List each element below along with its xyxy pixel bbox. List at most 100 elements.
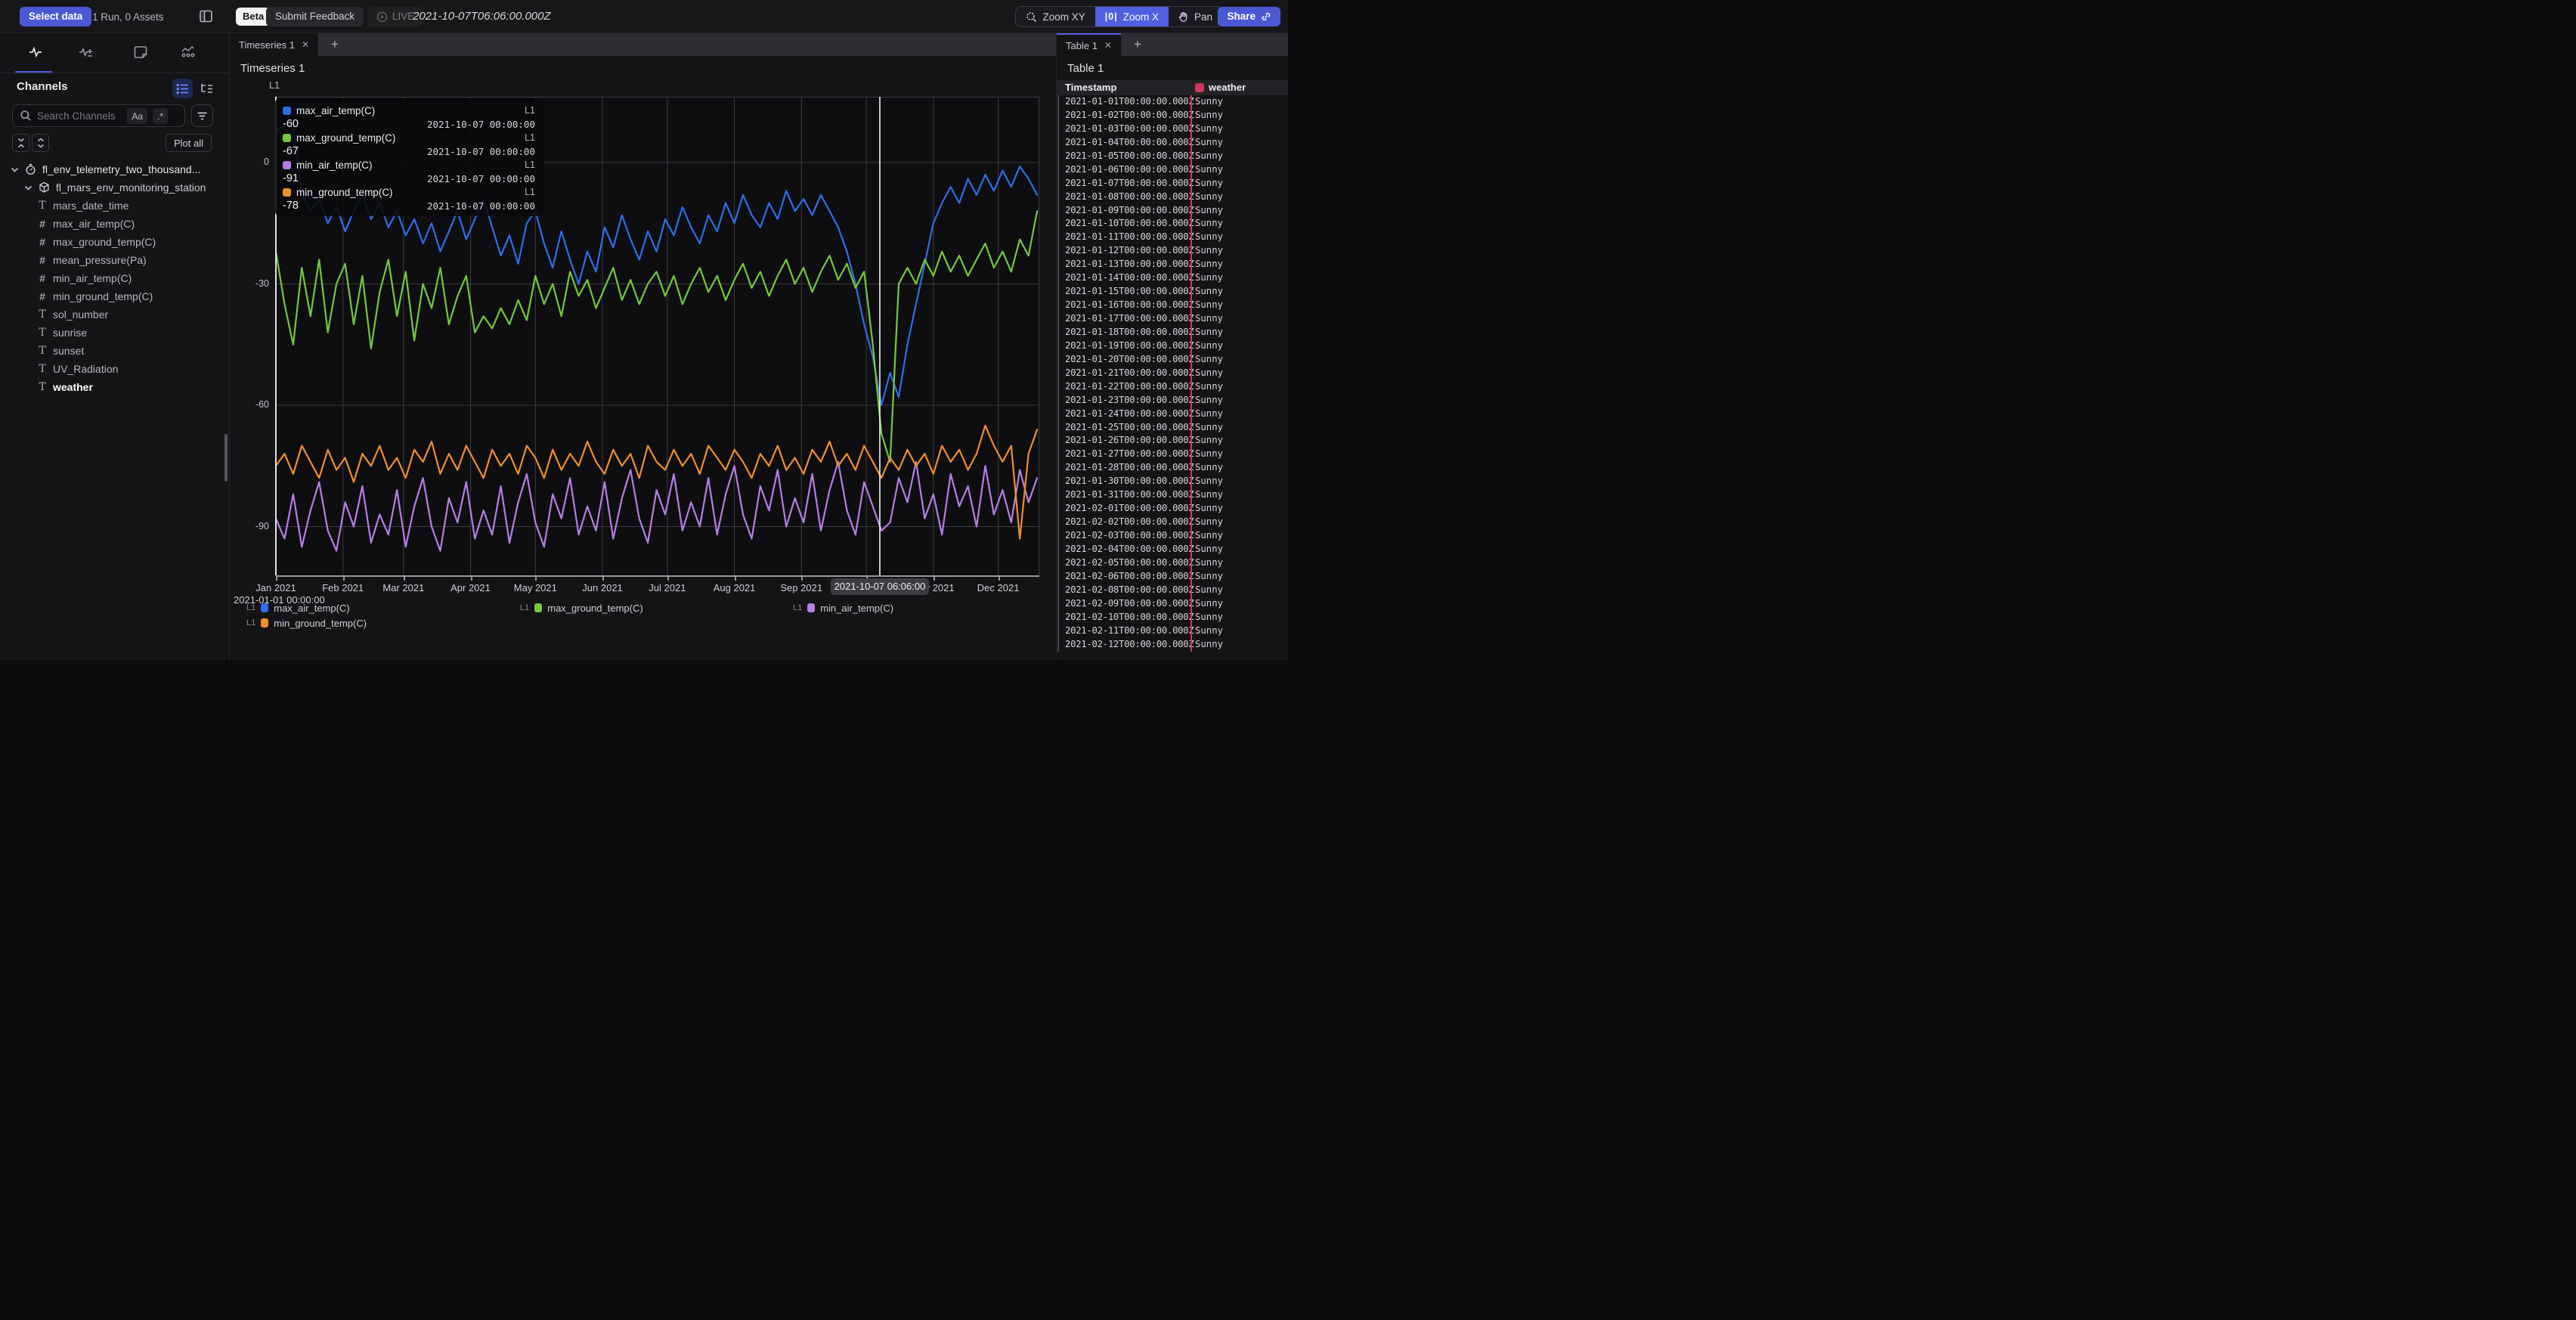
cell-timestamp: 2021-02-02T00:00:00.000Z	[1065, 516, 1194, 527]
tab-timeseries-1[interactable]: Timeseries 1 ✕	[230, 33, 318, 56]
x-tick-label: Jan 2021	[246, 582, 306, 593]
sidebar-scrollbar[interactable]	[224, 434, 228, 482]
x-tick	[801, 576, 803, 581]
channel-item-sol-number[interactable]: Tsol_number	[0, 305, 229, 324]
channel-item-min-ground-temp-c-[interactable]: #min_ground_temp(C)	[0, 287, 229, 305]
submit-feedback-button[interactable]: Submit Feedback	[266, 7, 364, 26]
cell-timestamp: 2021-01-07T00:00:00.000Z	[1065, 178, 1194, 188]
table-header: Timestamp weather	[1057, 80, 1288, 95]
text-channel-icon: T	[36, 200, 48, 212]
table-row: 2021-01-18T00:00:00.000ZSunny	[1057, 326, 1288, 339]
x-tick-label: Apr 2021	[441, 582, 501, 593]
cell-timestamp: 2021-01-24T00:00:00.000Z	[1065, 408, 1194, 419]
tooltip-value: -67	[283, 145, 299, 157]
cell-weather: Sunny	[1195, 462, 1223, 473]
plot-all-button[interactable]: Plot all	[166, 134, 212, 152]
channel-item-mars-date-time[interactable]: Tmars_date_time	[0, 197, 229, 215]
table-row: 2021-02-01T00:00:00.000ZSunny	[1057, 502, 1288, 516]
tooltip-scope: L1	[525, 105, 535, 116]
table-row: 2021-02-04T00:00:00.000ZSunny	[1057, 543, 1288, 556]
channel-label: sol_number	[53, 308, 108, 321]
cell-weather: Sunny	[1195, 164, 1223, 175]
expand-all-button[interactable]	[32, 134, 49, 152]
table-row: 2021-02-12T00:00:00.000ZSunny	[1057, 638, 1288, 652]
close-icon[interactable]: ✕	[1104, 40, 1112, 51]
tree-view-button[interactable]	[197, 79, 217, 98]
close-icon[interactable]: ✕	[302, 39, 309, 50]
sidebar-collapse-icon[interactable]	[198, 9, 213, 24]
channel-item-mean-pressure-pa-[interactable]: #mean_pressure(Pa)	[0, 251, 229, 269]
cube-icon	[39, 181, 50, 194]
cell-timestamp: 2021-01-01T00:00:00.000Z	[1065, 96, 1194, 107]
table-row: 2021-02-03T00:00:00.000ZSunny	[1057, 529, 1288, 543]
chevron-down-icon[interactable]	[11, 167, 19, 172]
cell-weather: Sunny	[1195, 354, 1223, 364]
pulse-plusminus-icon	[78, 44, 96, 60]
tooltip-series-name: min_ground_temp(C)	[296, 187, 519, 198]
cell-weather: Sunny	[1195, 313, 1223, 324]
tab-notes[interactable]	[129, 42, 152, 64]
channel-label: mars_date_time	[53, 200, 128, 212]
tab-table-1[interactable]: Table 1 ✕	[1057, 33, 1121, 56]
search-icon	[20, 110, 32, 125]
tab-signals[interactable]	[24, 42, 47, 64]
zoom-x-button[interactable]: |0| Zoom X	[1095, 7, 1169, 26]
cell-weather: Sunny	[1195, 231, 1223, 242]
channel-item-max-air-temp-c-[interactable]: #max_air_temp(C)	[0, 215, 229, 233]
cell-weather: Sunny	[1195, 110, 1223, 120]
cell-weather: Sunny	[1195, 218, 1223, 228]
tab-signals-compare[interactable]	[76, 42, 98, 64]
select-data-button[interactable]: Select data	[20, 7, 91, 26]
collapse-all-button[interactable]	[12, 134, 29, 152]
channel-item-sunrise[interactable]: Tsunrise	[0, 324, 229, 342]
tree-row-device[interactable]: fl_mars_env_monitoring_station	[0, 178, 229, 197]
table-row: 2021-02-08T00:00:00.000ZSunny	[1057, 584, 1288, 597]
cell-timestamp: 2021-02-03T00:00:00.000Z	[1065, 530, 1194, 541]
legend-item-min-ground-temp-c-[interactable]: L1min_ground_temp(C)	[246, 617, 367, 629]
channel-item-weather[interactable]: Tweather	[0, 378, 229, 396]
regex-button[interactable]: .*	[153, 108, 168, 124]
table-row: 2021-01-17T00:00:00.000ZSunny	[1057, 312, 1288, 326]
legend-item-max-ground-temp-c-[interactable]: L1max_ground_temp(C)	[520, 602, 643, 614]
chevron-down-icon[interactable]	[24, 185, 33, 191]
filter-button[interactable]	[191, 104, 213, 127]
add-tab-button[interactable]: +	[1121, 33, 1154, 56]
channel-item-sunset[interactable]: Tsunset	[0, 342, 229, 360]
tooltip-series-name: max_ground_temp(C)	[296, 132, 519, 144]
tooltip-time: 2021-10-07 00:00:00	[427, 200, 535, 212]
legend-scope: L1	[520, 603, 529, 612]
channel-label: max_air_temp(C)	[53, 218, 135, 230]
table-row: 2021-01-06T00:00:00.000ZSunny	[1057, 163, 1288, 177]
match-case-button[interactable]: Aa	[127, 108, 147, 124]
y-tick-label: -60	[231, 399, 269, 410]
x-tick	[471, 576, 472, 581]
legend-item-min-air-temp-c-[interactable]: L1min_air_temp(C)	[793, 602, 893, 614]
tab-analytics[interactable]	[178, 42, 200, 64]
cell-weather: Sunny	[1195, 96, 1223, 107]
add-tab-button[interactable]: +	[318, 33, 351, 56]
hand-icon	[1178, 11, 1189, 23]
legend-item-max-air-temp-c-[interactable]: L1max_air_temp(C)	[246, 602, 350, 614]
channel-item-uv-radiation[interactable]: TUV_Radiation	[0, 360, 229, 378]
cell-weather: Sunny	[1195, 544, 1223, 554]
cell-weather: Sunny	[1195, 286, 1223, 296]
share-button[interactable]: Share	[1218, 7, 1280, 26]
table-rows: 2021-01-01T00:00:00.000ZSunny2021-01-02T…	[1057, 95, 1288, 651]
x-tick	[276, 576, 277, 581]
pan-button[interactable]: Pan	[1169, 7, 1222, 26]
zoom-x-icon: |0|	[1105, 11, 1118, 22]
collapse-vertical-icon	[17, 138, 26, 148]
x-tick	[404, 576, 405, 581]
table-row: 2021-01-22T00:00:00.000ZSunny	[1057, 380, 1288, 394]
x-tick-label: Jul 2021	[637, 582, 698, 593]
list-view-button[interactable]	[172, 79, 193, 98]
channel-item-min-air-temp-c-[interactable]: #min_air_temp(C)	[0, 269, 229, 287]
channel-item-max-ground-temp-c-[interactable]: #max_ground_temp(C)	[0, 233, 229, 251]
column-header-weather: weather	[1209, 82, 1246, 93]
tree-row-run[interactable]: fl_env_telemetry_two_thousand...	[0, 160, 229, 178]
tooltip-series-name: max_air_temp(C)	[296, 105, 519, 116]
zoom-xy-button[interactable]: Zoom XY	[1016, 7, 1094, 26]
tooltip-entry: max_ground_temp(C)L1-672021-10-07 00:00:…	[283, 131, 535, 158]
cell-weather: Sunny	[1195, 150, 1223, 161]
search-input[interactable]	[37, 105, 135, 126]
